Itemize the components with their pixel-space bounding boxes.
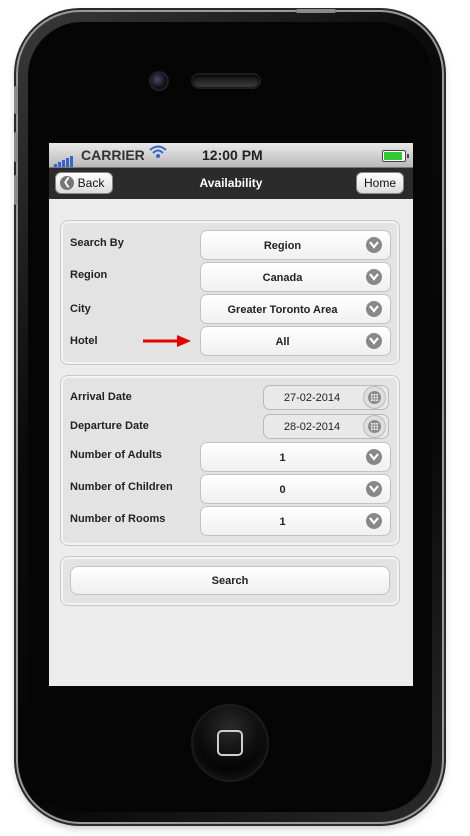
booking-details-panel: Arrival Date 27-02-2014 Departure Date 2… (60, 375, 400, 546)
search-criteria-panel: Search By Region Region Canada City Grea… (60, 220, 400, 365)
city-value: Greater Toronto Area (227, 304, 338, 316)
app-screen: CARRIER 12:00 PM ❮ Back Availability Hom… (49, 143, 413, 686)
arrival-date-value: 27-02-2014 (283, 392, 341, 404)
search-by-label: Search By (70, 237, 124, 249)
status-bar: CARRIER 12:00 PM (49, 143, 413, 168)
departure-date-value: 28-02-2014 (283, 421, 341, 433)
city-select[interactable]: Greater Toronto Area (200, 294, 391, 324)
arrival-date-field[interactable]: 27-02-2014 (263, 385, 389, 410)
children-value: 0 (279, 484, 286, 496)
back-button-label: Back (77, 176, 105, 190)
adults-label: Number of Adults (70, 449, 162, 461)
hotel-label: Hotel (70, 335, 98, 347)
rooms-label: Number of Rooms (70, 513, 166, 525)
home-hardware-button[interactable] (193, 706, 267, 780)
search-action-panel: Search (60, 556, 400, 606)
home-square-icon (217, 730, 243, 756)
chevron-down-icon (366, 513, 382, 529)
search-button-label: Search (211, 574, 249, 587)
adults-select[interactable]: 1 (200, 442, 391, 472)
hotel-value: All (275, 336, 290, 348)
search-button[interactable]: Search (70, 566, 390, 595)
region-select[interactable]: Canada (200, 262, 391, 292)
adults-value: 1 (279, 452, 286, 464)
search-by-select[interactable]: Region (200, 230, 391, 260)
chevron-down-icon (366, 237, 382, 253)
back-arrow-icon: ❮ (60, 176, 74, 190)
volume-up-button (14, 132, 18, 162)
back-button[interactable]: ❮ Back (55, 172, 113, 194)
battery-icon (382, 150, 409, 162)
power-button (296, 9, 336, 13)
carrier-name: CARRIER (81, 147, 145, 163)
nav-bar: ❮ Back Availability Home (49, 168, 413, 199)
chevron-down-icon (366, 481, 382, 497)
rooms-select[interactable]: 1 (200, 506, 391, 536)
page-title: Availability (199, 176, 263, 190)
departure-date-label: Departure Date (70, 420, 149, 432)
children-label: Number of Children (70, 481, 173, 493)
region-value: Canada (262, 272, 303, 284)
calendar-icon[interactable] (363, 415, 386, 438)
chevron-down-icon (366, 333, 382, 349)
chevron-down-icon (366, 301, 382, 317)
volume-down-button (14, 175, 18, 205)
home-button[interactable]: Home (356, 172, 404, 194)
chevron-down-icon (366, 269, 382, 285)
wifi-icon (149, 145, 167, 163)
search-by-value: Region (263, 240, 302, 252)
chevron-down-icon (366, 449, 382, 465)
earpiece-speaker (193, 75, 259, 87)
red-arrow-annotation (143, 335, 191, 347)
hotel-select[interactable]: All (200, 326, 391, 356)
calendar-icon[interactable] (363, 386, 386, 409)
arrival-date-label: Arrival Date (70, 391, 132, 403)
departure-date-field[interactable]: 28-02-2014 (263, 414, 389, 439)
region-label: Region (70, 269, 108, 281)
mute-switch (14, 86, 18, 114)
rooms-value: 1 (279, 516, 286, 528)
status-time: 12:00 PM (202, 147, 263, 163)
front-camera (151, 73, 167, 89)
signal-strength-icon (54, 149, 74, 167)
children-select[interactable]: 0 (200, 474, 391, 504)
home-button-label: Home (363, 176, 396, 190)
city-label: City (70, 303, 91, 315)
